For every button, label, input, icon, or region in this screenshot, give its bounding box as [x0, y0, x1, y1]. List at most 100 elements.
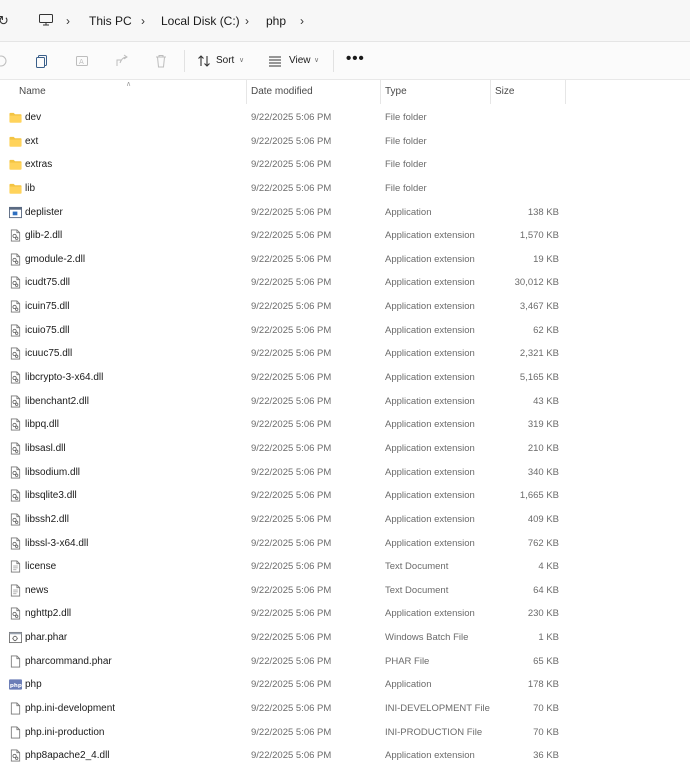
file-row[interactable]: libsqlite3.dll 9/22/2025 5:06 PM Applicati…	[0, 484, 690, 508]
dll-icon	[9, 347, 22, 360]
file-date-modified: 9/22/2025 5:06 PM	[251, 608, 332, 620]
text-document-icon	[9, 560, 22, 573]
delete-icon[interactable]	[154, 54, 168, 68]
file-row[interactable]: pharcommand.phar 9/22/2025 5:06 PM PHAR Fi…	[0, 650, 690, 674]
file-row[interactable]: libenchant2.dll 9/22/2025 5:06 PM Applicat…	[0, 390, 690, 414]
svg-text:php: php	[10, 683, 22, 689]
file-row[interactable]: deplister 9/22/2025 5:06 PM Application 138…	[0, 201, 690, 225]
file-row[interactable]: libcrypto-3-x64.dll 9/22/2025 5:06 PM Appl…	[0, 366, 690, 390]
file-row[interactable]: news 9/22/2025 5:06 PM Text Document 64 KB	[0, 579, 690, 603]
breadcrumb-chevron-icon[interactable]: ›	[66, 13, 70, 29]
file-row[interactable]: php php 9/22/2025 5:06 PM Application 178 KB	[0, 673, 690, 697]
cut-icon[interactable]	[0, 54, 8, 68]
file-row[interactable]: icuio75.dll 9/22/2025 5:06 PM Application …	[0, 319, 690, 343]
file-row[interactable]: libsasl.dll 9/22/2025 5:06 PM Application …	[0, 437, 690, 461]
file-row[interactable]: icudt75.dll 9/22/2025 5:06 PM Application …	[0, 271, 690, 295]
file-name: gmodule-2.dll	[25, 253, 86, 265]
file-row[interactable]: glib-2.dll 9/22/2025 5:06 PM Application e…	[0, 224, 690, 248]
file-date-modified: 9/22/2025 5:06 PM	[251, 230, 332, 242]
file-name: pharcommand.phar	[25, 655, 112, 667]
folder-icon	[9, 111, 22, 124]
file-row[interactable]: libssh2.dll 9/22/2025 5:06 PM Application …	[0, 508, 690, 532]
file-type: File folder	[385, 135, 427, 147]
file-type: Application extension	[385, 750, 475, 762]
file-name: license	[25, 561, 57, 573]
more-options-button[interactable]: •••	[346, 51, 365, 67]
column-header-size[interactable]: Size	[495, 86, 514, 98]
file-type: Application extension	[385, 537, 475, 549]
file-size: 178 KB	[527, 679, 559, 691]
file-row[interactable]: license 9/22/2025 5:06 PM Text Document 4 K…	[0, 555, 690, 579]
breadcrumb-chevron-icon[interactable]: ›	[141, 13, 145, 29]
file-name: icuio75.dll	[25, 324, 70, 336]
file-type: Application	[385, 206, 432, 218]
sort-icon[interactable]	[197, 54, 211, 68]
file-row[interactable]: php8apache2_4.dll 9/22/2025 5:06 PM Applic…	[0, 744, 690, 768]
file-name: nghttp2.dll	[25, 608, 72, 620]
chevron-down-icon[interactable]: ∨	[239, 55, 244, 67]
breadcrumb-chevron-icon[interactable]: ›	[300, 13, 304, 29]
file-size: 65 KB	[533, 655, 559, 667]
file-name: ext	[25, 135, 39, 147]
breadcrumb-php[interactable]: php	[266, 13, 286, 29]
folder-icon	[9, 182, 22, 195]
blank-file-icon	[9, 702, 22, 715]
file-row[interactable]: libssl-3-x64.dll 9/22/2025 5:06 PM Applica…	[0, 532, 690, 556]
file-name: libssl-3-x64.dll	[25, 537, 89, 549]
file-size: 3,467 KB	[519, 301, 559, 313]
file-type: Windows Batch File	[385, 632, 469, 644]
breadcrumb-chevron-icon[interactable]: ›	[245, 13, 249, 29]
dll-icon	[9, 466, 22, 479]
file-name: libpq.dll	[25, 419, 59, 431]
file-row[interactable]: extras 9/22/2025 5:06 PM File folder	[0, 153, 690, 177]
column-divider[interactable]	[246, 80, 247, 104]
file-row[interactable]: php.ini-development 9/22/2025 5:06 PM INI-…	[0, 697, 690, 721]
sort-ascending-icon: ∧	[126, 81, 132, 88]
view-button[interactable]: View	[289, 55, 311, 67]
folder-icon	[9, 158, 22, 171]
file-row[interactable]: ext 9/22/2025 5:06 PM File folder	[0, 130, 690, 154]
application-icon	[9, 206, 22, 219]
column-header-date[interactable]: Date modified	[251, 86, 313, 98]
file-row[interactable]: lib 9/22/2025 5:06 PM File folder	[0, 177, 690, 201]
file-row[interactable]: icuuc75.dll 9/22/2025 5:06 PM Application …	[0, 342, 690, 366]
this-pc-icon[interactable]	[39, 14, 53, 26]
file-row[interactable]: phar.phar 9/22/2025 5:06 PM Windows Batch …	[0, 626, 690, 650]
file-date-modified: 9/22/2025 5:06 PM	[251, 703, 332, 715]
file-type: Application extension	[385, 466, 475, 478]
file-type: Application extension	[385, 490, 475, 502]
file-row[interactable]: libsodium.dll 9/22/2025 5:06 PM Applicatio…	[0, 461, 690, 485]
copy-icon[interactable]	[35, 54, 49, 68]
view-icon[interactable]	[268, 54, 282, 68]
file-name: dev	[25, 112, 42, 123]
file-row[interactable]: php.ini-production 9/22/2025 5:06 PM INI-P…	[0, 721, 690, 745]
sort-button[interactable]: Sort	[216, 55, 234, 67]
file-date-modified: 9/22/2025 5:06 PM	[251, 750, 332, 762]
column-header-name[interactable]: Name	[19, 86, 46, 98]
file-row[interactable]: libpq.dll 9/22/2025 5:06 PM Application ex…	[0, 413, 690, 437]
refresh-icon[interactable]: ↻	[0, 13, 12, 29]
breadcrumb-this-pc[interactable]: This PC	[89, 13, 132, 29]
text-document-icon	[9, 584, 22, 597]
file-name: lib	[25, 182, 36, 194]
share-icon[interactable]	[115, 54, 129, 68]
file-row[interactable]: icuin75.dll 9/22/2025 5:06 PM Application …	[0, 295, 690, 319]
dll-icon	[9, 489, 22, 502]
file-row[interactable]: gmodule-2.dll 9/22/2025 5:06 PM Applicatio…	[0, 248, 690, 272]
chevron-down-icon[interactable]: ∨	[314, 55, 319, 67]
rename-icon[interactable]: A	[75, 54, 89, 68]
folder-icon	[9, 135, 22, 148]
file-name: libsodium.dll	[25, 466, 81, 478]
column-header-type[interactable]: Type	[385, 86, 407, 98]
breadcrumb-local-disk[interactable]: Local Disk (C:)	[161, 13, 240, 29]
file-date-modified: 9/22/2025 5:06 PM	[251, 348, 332, 360]
file-size: 2,321 KB	[519, 348, 559, 360]
file-row[interactable]: dev 9/22/2025 5:06 PM File folder	[0, 106, 690, 130]
column-divider[interactable]	[490, 80, 491, 104]
file-size: 64 KB	[533, 584, 559, 596]
column-divider[interactable]	[565, 80, 566, 104]
file-date-modified: 9/22/2025 5:06 PM	[251, 490, 332, 502]
file-row[interactable]: nghttp2.dll 9/22/2025 5:06 PM Application …	[0, 602, 690, 626]
column-divider[interactable]	[380, 80, 381, 104]
file-date-modified: 9/22/2025 5:06 PM	[251, 182, 332, 194]
